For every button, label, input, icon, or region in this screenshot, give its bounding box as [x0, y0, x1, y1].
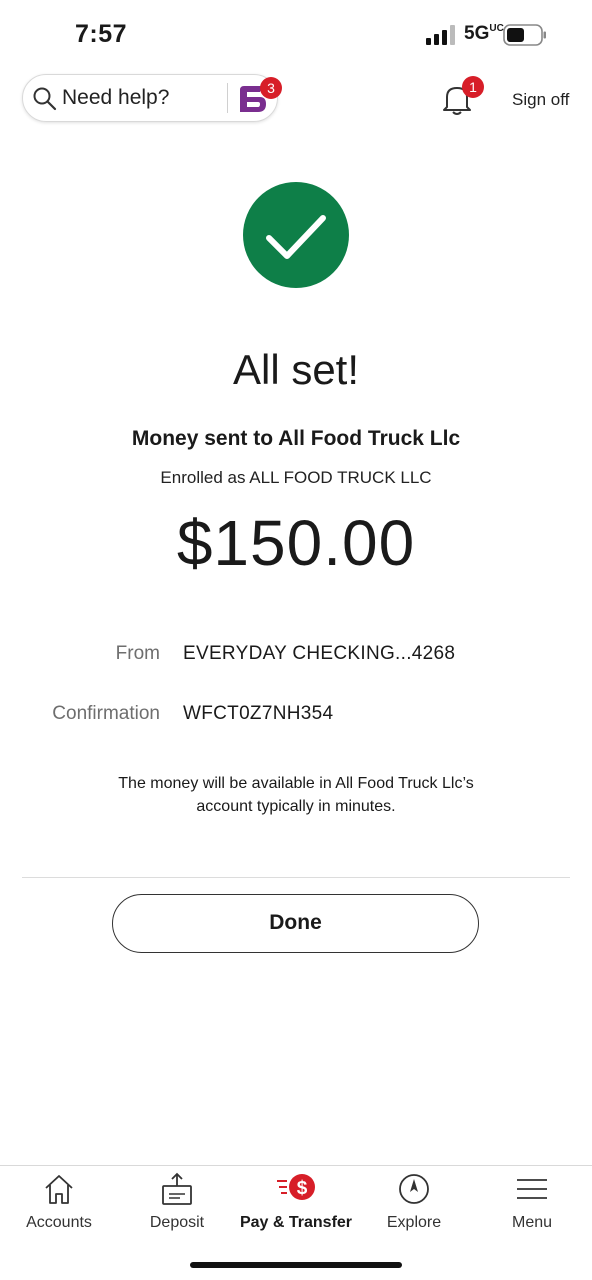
success-check-icon [243, 182, 349, 288]
nav-menu-label: Menu [511, 1214, 553, 1231]
network-indicator: 5GUC [464, 23, 504, 44]
search-divider [227, 83, 228, 113]
nav-pay-transfer[interactable]: $ Pay & Transfer [237, 1172, 355, 1232]
compass-icon [399, 1174, 429, 1204]
nav-pay-transfer-label: Pay & Transfer [239, 1214, 353, 1231]
sign-off-link[interactable]: Sign off [512, 90, 569, 110]
nav-divider [0, 1165, 592, 1166]
home-indicator [190, 1262, 402, 1268]
notification-badge: 1 [462, 76, 484, 98]
cell-signal-icon [426, 25, 455, 45]
search-icon [33, 87, 57, 111]
hamburger-menu-icon [517, 1179, 547, 1199]
section-divider [22, 877, 570, 878]
home-icon [45, 1175, 73, 1204]
nav-accounts-label: Accounts [26, 1214, 92, 1231]
from-account: EVERYDAY CHECKING...4268 [183, 643, 456, 664]
recipient-summary: Money sent to All Food Truck Llc [131, 427, 461, 450]
amount-sent: $150.00 [176, 507, 416, 579]
done-button[interactable]: Done [112, 894, 479, 953]
from-label: From [115, 643, 160, 664]
nav-explore[interactable]: Explore [355, 1172, 473, 1232]
nav-deposit-label: Deposit [149, 1214, 205, 1231]
nav-explore-label: Explore [386, 1214, 442, 1231]
availability-note: The money will be available in All Food … [118, 775, 474, 815]
deposit-icon [162, 1172, 192, 1205]
nav-deposit[interactable]: Deposit [118, 1172, 236, 1232]
search-input[interactable]: Need help? [62, 86, 169, 110]
nav-menu[interactable]: Menu [473, 1172, 591, 1232]
pay-transfer-icon: $ [277, 1174, 315, 1200]
battery-icon [503, 24, 546, 46]
nav-accounts[interactable]: Accounts [0, 1172, 118, 1232]
enrolled-name: Enrolled as ALL FOOD TRUCK LLC [160, 468, 432, 487]
confirmation-number: WFCT0Z7NH354 [183, 703, 334, 724]
svg-text:$: $ [297, 1178, 308, 1199]
fargo-badge: 3 [260, 77, 282, 99]
status-time: 7:57 [75, 20, 128, 48]
confirmation-title: All set! [232, 346, 360, 393]
confirmation-label: Confirmation [52, 703, 160, 724]
